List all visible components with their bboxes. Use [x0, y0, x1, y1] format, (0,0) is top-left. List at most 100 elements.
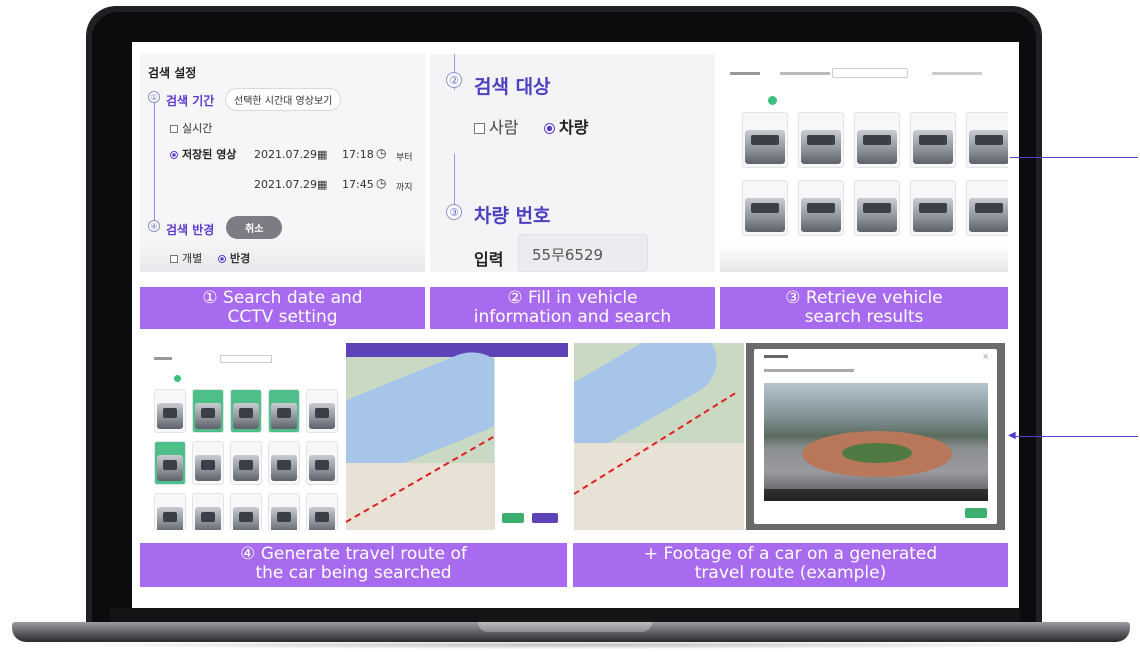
results-filter-text	[780, 72, 830, 75]
vehicle-label: 차량	[559, 118, 589, 137]
vehicle-card[interactable]	[742, 180, 788, 236]
vehicle-thumbnail	[309, 455, 335, 481]
roundabout	[802, 431, 952, 477]
vehicle-card[interactable]	[154, 441, 186, 485]
plate-value[interactable]: 55무6529	[532, 244, 603, 265]
realtime-label: 실시간	[182, 122, 213, 135]
vehicle-thumbnail	[271, 403, 297, 429]
vehicle-card[interactable]	[268, 493, 300, 530]
vehicle-card[interactable]	[154, 389, 186, 433]
caption-step-4: ④ Generate travel route of the car being…	[140, 543, 567, 587]
vehicle-thumbnail	[195, 455, 221, 481]
clock-icon[interactable]: ◷	[376, 146, 386, 160]
radio-selected-icon	[218, 255, 226, 263]
vehicle-card[interactable]	[192, 493, 224, 530]
vehicle-card[interactable]	[798, 180, 844, 236]
end-date[interactable]: 2021.07.29	[254, 178, 317, 191]
calendar-icon[interactable]: ▦	[317, 178, 327, 191]
vehicle-card[interactable]	[306, 441, 338, 485]
status-dot	[174, 375, 181, 382]
vehicle-card[interactable]	[306, 389, 338, 433]
vehicle-card[interactable]	[798, 112, 844, 168]
vehicle-card[interactable]	[192, 389, 224, 433]
vehicle-thumbnail	[857, 130, 897, 164]
vehicle-card[interactable]	[742, 112, 788, 168]
person-label: 사람	[489, 118, 519, 137]
start-date[interactable]: 2021.07.29	[254, 148, 317, 161]
vehicle-card[interactable]	[854, 180, 900, 236]
vehicle-card[interactable]	[966, 112, 1008, 168]
cancel-button[interactable]: 취소	[226, 216, 283, 239]
vehicle-card[interactable]	[192, 441, 224, 485]
plate-title: 차량 번호	[474, 205, 551, 227]
vehicle-card[interactable]	[306, 493, 338, 530]
city-blocks	[346, 463, 496, 530]
fade-overlay	[720, 244, 1008, 272]
caption-step-2: ② Fill in vehicle information and search	[430, 287, 715, 329]
video-modal-panel: ×	[746, 343, 1005, 530]
video-frame[interactable]	[764, 383, 988, 501]
vehicle-card[interactable]	[230, 441, 262, 485]
caption-line: information and search	[473, 307, 672, 327]
realtime-option[interactable]: 실시간	[170, 120, 212, 136]
vehicle-card[interactable]	[268, 389, 300, 433]
checkbox-icon	[170, 255, 178, 263]
route-map-zoom-panel	[574, 343, 744, 530]
caption-line: ③ Retrieve vehicle	[785, 288, 943, 308]
vehicle-thumbnail	[913, 130, 953, 164]
individual-option[interactable]: 개별	[170, 250, 202, 266]
vehicle-thumbnail	[157, 507, 183, 530]
video-controls[interactable]	[764, 489, 988, 501]
calendar-icon[interactable]: ▦	[317, 148, 327, 161]
vehicle-card[interactable]	[230, 389, 262, 433]
vehicle-card[interactable]	[966, 180, 1008, 236]
results-actions-text	[932, 72, 982, 75]
checkbox-icon	[170, 125, 178, 133]
results-filter-select[interactable]	[220, 355, 272, 363]
promo-figure: 검색 설정 ① 검색 기간 선택한 시간대 영상보기 실시간 저장된 영상 20…	[0, 0, 1140, 652]
vehicle-thumbnail	[309, 403, 335, 429]
search-target-panel: ② 검색 대상 사람 차량 ③ 차량 번호 입력 55무6529	[430, 54, 715, 272]
caption-line: CCTV setting	[227, 307, 338, 327]
vehicle-thumbnail	[271, 507, 297, 530]
caption-line: ① Search date and	[202, 288, 363, 308]
radius-option[interactable]: 반경	[218, 250, 250, 266]
radius-option-label: 반경	[230, 252, 251, 265]
modal-title	[764, 355, 788, 358]
vehicle-card[interactable]	[910, 180, 956, 236]
caption-line: search results	[804, 307, 924, 327]
view-selected-time-button[interactable]: 선택한 시간대 영상보기	[225, 88, 342, 111]
vehicle-thumbnail	[801, 198, 841, 232]
vehicle-thumbnail	[745, 130, 785, 164]
person-option[interactable]: 사람	[474, 114, 518, 138]
vehicle-thumbnail	[857, 198, 897, 232]
vehicle-card[interactable]	[154, 493, 186, 530]
period-label: 검색 기간	[166, 94, 215, 108]
vehicle-option[interactable]: 차량	[544, 114, 588, 138]
vehicle-card[interactable]	[854, 112, 900, 168]
end-time[interactable]: 17:45	[342, 178, 374, 191]
vehicle-thumbnail	[233, 507, 259, 530]
vehicle-card[interactable]	[230, 493, 262, 530]
saved-footage-option[interactable]: 저장된 영상	[170, 146, 236, 162]
confirm-button[interactable]	[965, 508, 987, 518]
step-1-icon: ①	[148, 91, 160, 103]
step-2-icon: ②	[446, 72, 462, 88]
vehicle-thumbnail	[233, 455, 259, 481]
caption-step-3: ③ Retrieve vehicle search results	[720, 287, 1008, 329]
vehicle-card[interactable]	[910, 112, 956, 168]
search-button[interactable]	[532, 513, 558, 523]
modal-subtitle	[764, 369, 854, 372]
laptop-shadow	[40, 641, 1100, 649]
vehicle-thumbnail	[969, 130, 1008, 164]
vehicle-card[interactable]	[268, 441, 300, 485]
confirm-button[interactable]	[502, 513, 524, 523]
caption-line: travel route (example)	[694, 563, 887, 583]
city-blocks	[574, 443, 744, 530]
clock-icon[interactable]: ◷	[376, 176, 386, 190]
vehicle-thumbnail	[195, 507, 221, 530]
checkbox-icon	[474, 123, 485, 134]
close-icon[interactable]: ×	[982, 352, 989, 361]
start-time[interactable]: 17:18	[342, 148, 374, 161]
results-filter-select[interactable]	[832, 68, 908, 78]
